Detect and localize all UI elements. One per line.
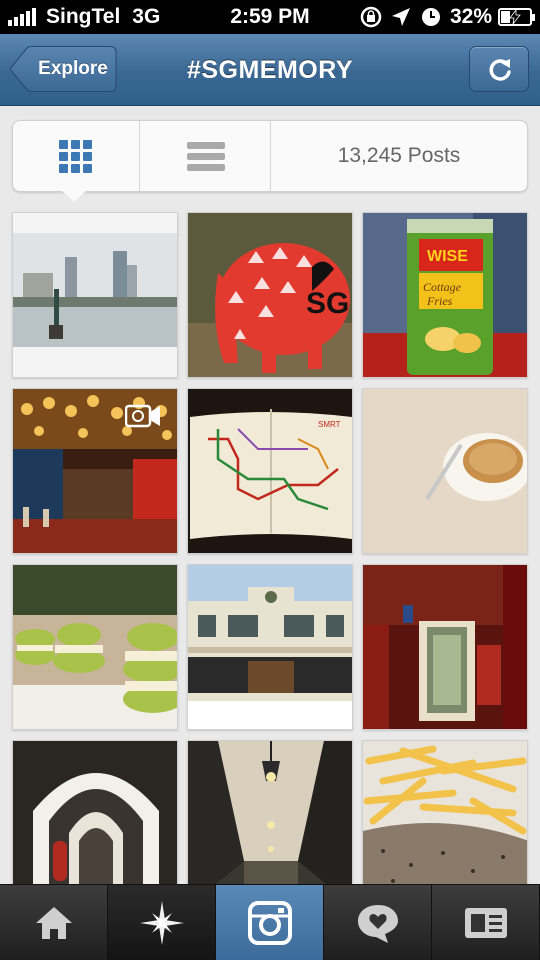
post-count: 13,245 Posts	[337, 144, 461, 167]
photo-riverside-skyline	[13, 213, 177, 377]
photo-tile[interactable]	[362, 740, 528, 906]
photo-tile[interactable]	[12, 564, 178, 730]
tab-news[interactable]	[324, 885, 432, 960]
photo-cottage-fries-snack-can: WISE Cottage Fries	[363, 213, 527, 377]
battery-charging-icon	[498, 8, 535, 26]
selected-view-pointer	[62, 191, 86, 202]
photo-tile[interactable]: WISE Cottage Fries	[362, 212, 528, 378]
photo-i-love-sg-elephant: SG	[188, 213, 352, 377]
explore-star-icon	[140, 901, 184, 945]
video-camera-icon	[125, 404, 160, 428]
photo-red-lit-doorway	[363, 565, 527, 729]
tab-bar	[0, 884, 540, 960]
list-view-icon	[187, 142, 225, 171]
photo-tile[interactable]	[12, 740, 178, 906]
photo-tile[interactable]	[12, 212, 178, 378]
svg-text:WISE: WISE	[427, 248, 468, 265]
tab-home[interactable]	[0, 885, 108, 960]
photo-tile[interactable]	[187, 564, 353, 730]
status-bar: SingTel 3G 2:59 PM 32%	[0, 0, 540, 34]
photo-ceiling-lamps-corridor	[188, 741, 352, 905]
photo-arched-corridor	[13, 741, 177, 905]
charging-bolt-icon	[509, 10, 521, 24]
photo-tile[interactable]	[12, 388, 178, 554]
status-icons: 32%	[360, 5, 535, 29]
camera-icon	[248, 901, 292, 945]
list-view-button[interactable]	[140, 121, 271, 191]
navigation-bar: Explore #SGMEMORY	[0, 34, 540, 106]
refresh-icon	[489, 59, 511, 81]
photo-green-macarons	[13, 565, 177, 729]
battery-percent: 32%	[449, 5, 492, 28]
view-toggle-bar: 13,245 Posts	[12, 120, 528, 192]
refresh-button[interactable]	[469, 46, 529, 92]
grid-view-icon	[59, 140, 92, 173]
photo-tile[interactable]	[362, 564, 528, 730]
photo-tile[interactable]: SG	[187, 212, 353, 378]
back-button-label: Explore	[38, 58, 108, 79]
profile-card-icon	[465, 908, 507, 938]
back-explore-button[interactable]: Explore	[9, 46, 117, 92]
photo-tile[interactable]	[362, 388, 528, 554]
svg-text:SMRT: SMRT	[318, 420, 341, 429]
photo-cookie-on-plate	[363, 389, 527, 553]
tab-profile[interactable]	[432, 885, 540, 960]
photo-fries-with-pepper-sauce	[363, 741, 527, 905]
photo-tile[interactable]	[187, 740, 353, 906]
svg-text:Cottage: Cottage	[423, 280, 462, 294]
svg-text:SG: SG	[306, 287, 349, 320]
page-title: #SGMEMORY	[186, 56, 354, 84]
home-icon	[36, 907, 72, 939]
svg-text:Fries: Fries	[426, 294, 453, 308]
news-heart-icon	[358, 905, 398, 943]
grid-view-button[interactable]	[13, 121, 140, 191]
alarm-clock-icon	[421, 8, 440, 26]
tab-camera[interactable]	[216, 885, 324, 960]
rotation-lock-icon	[360, 6, 382, 28]
location-arrow-icon	[391, 8, 410, 26]
photo-tile[interactable]: SMRT	[187, 388, 353, 554]
photo-shophouse-facade	[188, 565, 352, 729]
tab-explore[interactable]	[108, 885, 216, 960]
photo-mrt-route-map-book: SMRT	[188, 389, 352, 553]
